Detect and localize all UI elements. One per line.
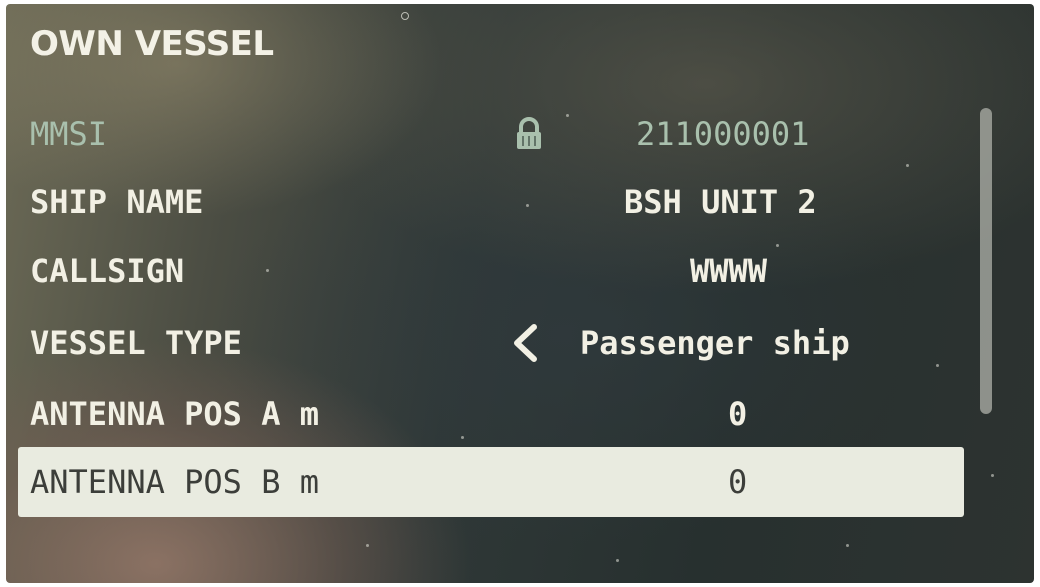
dust-speck bbox=[991, 474, 994, 477]
ship-name-label: SHIP NAME bbox=[30, 183, 204, 221]
own-vessel-screen: OWN VESSEL MMSI 211000001 SHIP NAME BSH … bbox=[6, 4, 1034, 583]
ship-name-row[interactable]: SHIP NAME BSH UNIT 2 bbox=[18, 167, 964, 237]
antenna-pos-a-value: 0 bbox=[728, 395, 748, 433]
antenna-pos-a-row[interactable]: ANTENNA POS A m 0 bbox=[18, 379, 964, 449]
vessel-type-label: VESSEL TYPE bbox=[30, 324, 242, 362]
callsign-row[interactable]: CALLSIGN WWWW bbox=[18, 236, 964, 306]
dust-speck bbox=[616, 559, 619, 562]
page-title: OWN VESSEL bbox=[30, 24, 274, 64]
antenna-pos-b-value: 0 bbox=[728, 463, 748, 501]
ship-name-value: BSH UNIT 2 bbox=[624, 183, 817, 221]
antenna-pos-b-row[interactable]: ANTENNA POS B m 0 bbox=[18, 447, 964, 517]
antenna-pos-a-label: ANTENNA POS A m bbox=[30, 395, 319, 433]
scrollbar[interactable] bbox=[980, 108, 992, 414]
dust-speck bbox=[366, 544, 369, 547]
chevron-left-icon[interactable] bbox=[508, 323, 542, 363]
dust-speck bbox=[846, 544, 849, 547]
dust-speck bbox=[401, 12, 409, 20]
mmsi-label: MMSI bbox=[30, 115, 108, 153]
mmsi-value: 211000001 bbox=[636, 115, 810, 153]
callsign-value: WWWW bbox=[690, 252, 768, 290]
vessel-type-row[interactable]: VESSEL TYPE Passenger ship bbox=[18, 308, 964, 378]
callsign-label: CALLSIGN bbox=[30, 252, 185, 290]
lock-icon bbox=[517, 117, 541, 149]
mmsi-row: MMSI 211000001 bbox=[18, 99, 964, 169]
antenna-pos-b-label: ANTENNA POS B m bbox=[30, 463, 319, 501]
vessel-type-value: Passenger ship bbox=[580, 324, 850, 362]
